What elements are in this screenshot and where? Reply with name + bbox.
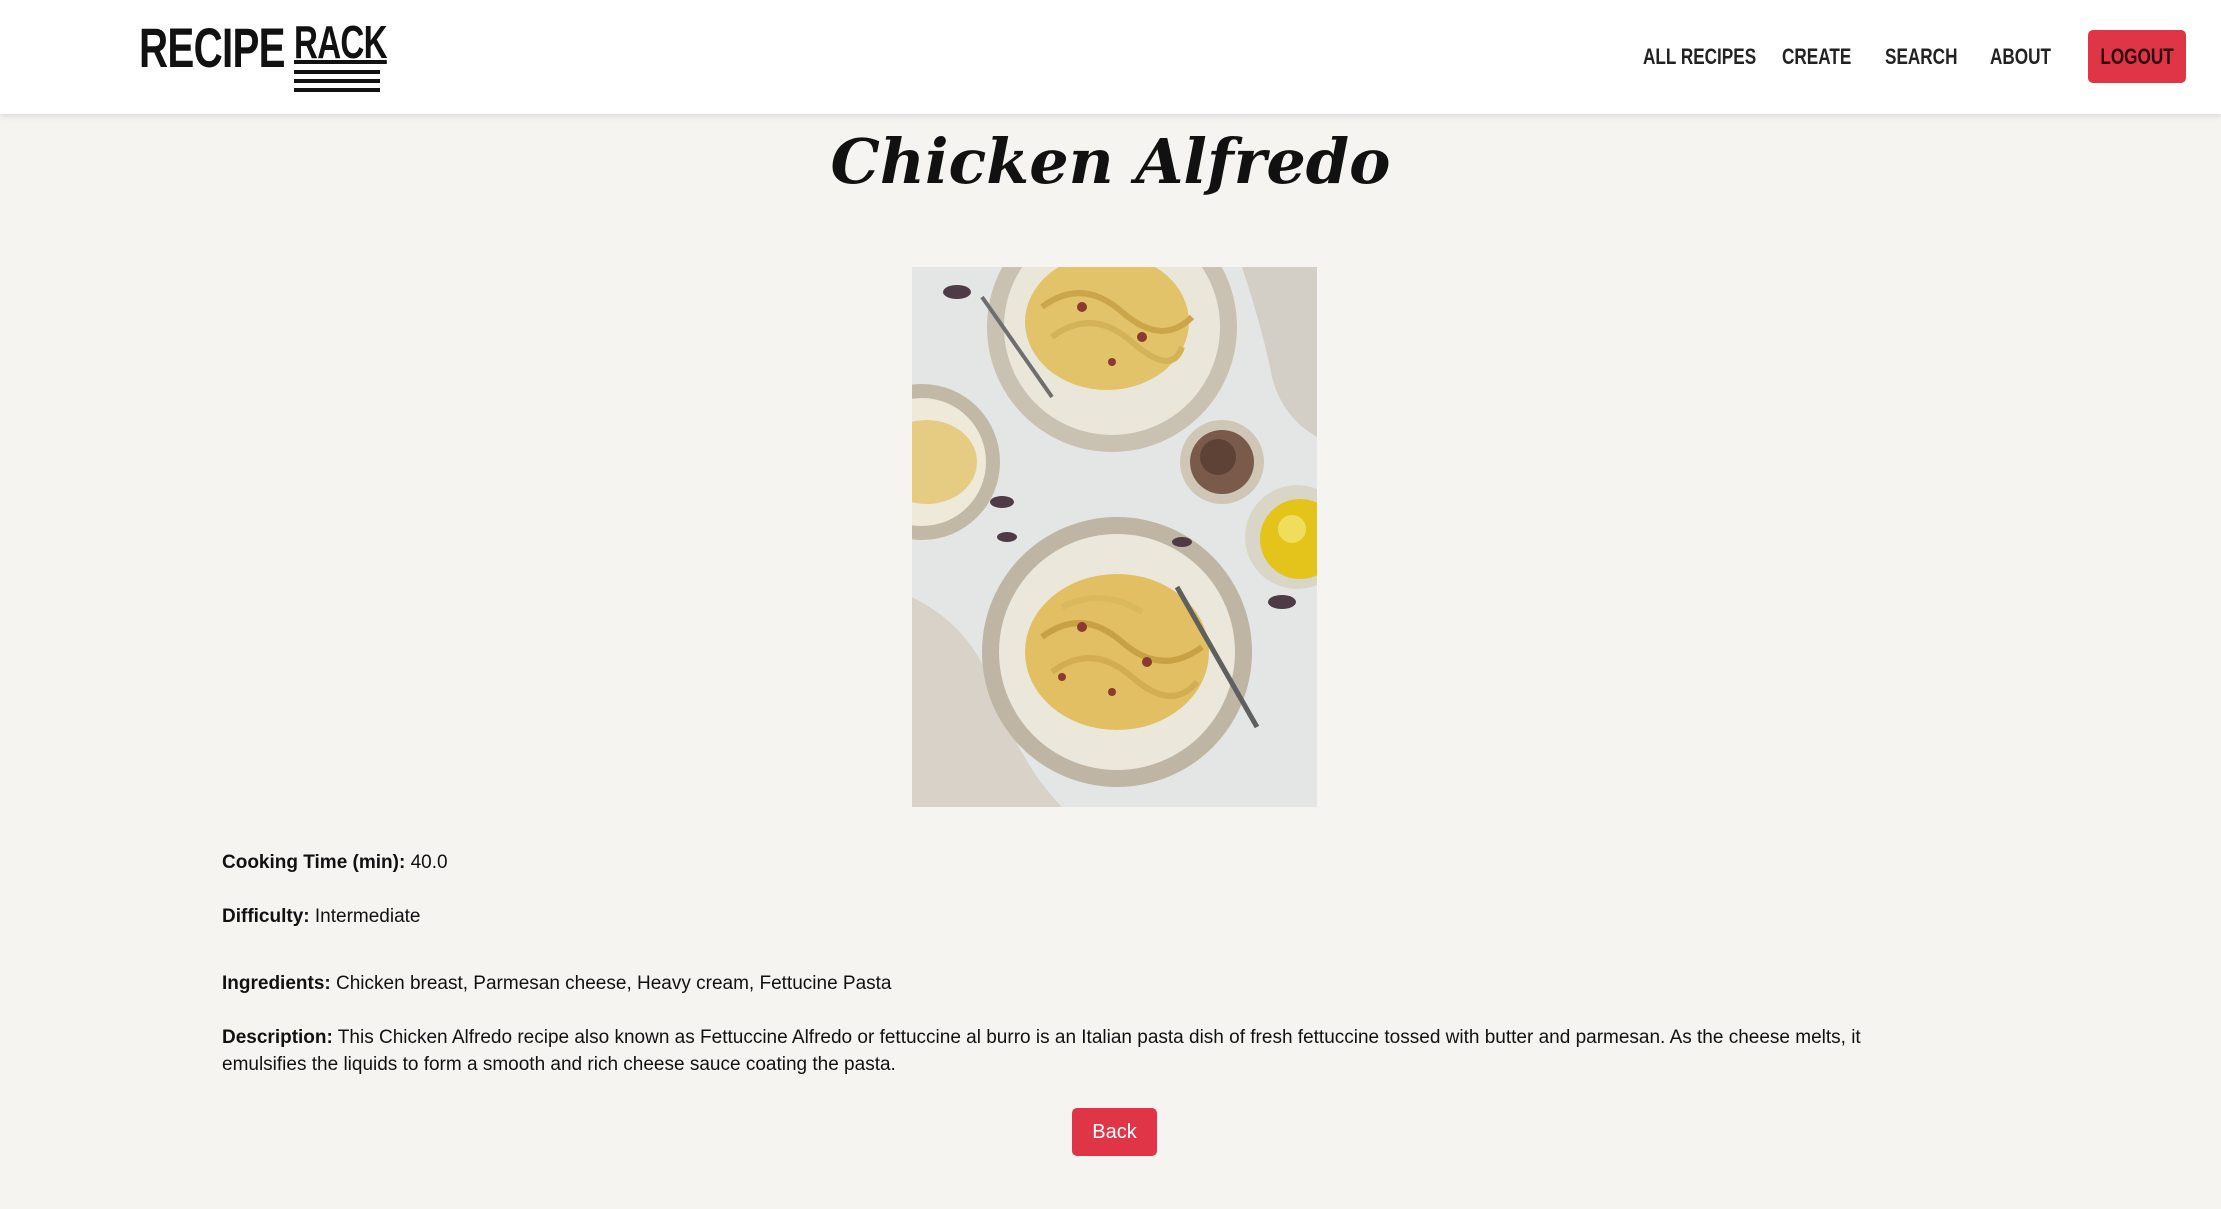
- nav-search[interactable]: SEARCH: [1885, 44, 1957, 70]
- ingredients-label: Ingredients:: [222, 973, 331, 994]
- back-button-label: Back: [1092, 1120, 1137, 1143]
- back-button[interactable]: Back: [1072, 1108, 1157, 1156]
- difficulty-row: Difficulty: Intermediate: [222, 903, 421, 930]
- nav-create[interactable]: CREATE: [1782, 44, 1851, 70]
- description-value: This Chicken Alfredo recipe also known a…: [222, 1027, 1861, 1075]
- recipe-title: Chicken Alfredo: [830, 125, 1391, 198]
- logout-button[interactable]: LOGOUT: [2088, 30, 2186, 83]
- ingredients-row: Ingredients: Chicken breast, Parmesan ch…: [222, 970, 892, 997]
- cooking-time-row: Cooking Time (min): 40.0: [222, 849, 448, 876]
- nav-about[interactable]: ABOUT: [1990, 44, 2051, 70]
- description-row: Description: This Chicken Alfredo recipe…: [222, 1024, 1922, 1078]
- nav-all-recipes[interactable]: ALL RECIPES: [1643, 44, 1756, 70]
- difficulty-value: Intermediate: [314, 906, 421, 927]
- cooking-time-label: Cooking Time (min):: [222, 852, 406, 873]
- ingredients-value: Chicken breast, Parmesan cheese, Heavy c…: [336, 973, 892, 994]
- logo-text-rack: RACK: [294, 16, 388, 68]
- top-navbar: RECIPE RACK ALL RECIPES CREATE SEARCH AB…: [0, 0, 2221, 114]
- recipe-image: [912, 267, 1317, 807]
- logout-button-label: LOGOUT: [2100, 43, 2174, 69]
- description-label: Description:: [222, 1027, 333, 1048]
- logo-text-recipe: RECIPE: [139, 16, 286, 79]
- logo-stripes-icon: [294, 70, 380, 97]
- pasta-photo-icon: [912, 267, 1317, 807]
- cooking-time-value: 40.0: [410, 852, 448, 873]
- difficulty-label: Difficulty:: [222, 906, 310, 927]
